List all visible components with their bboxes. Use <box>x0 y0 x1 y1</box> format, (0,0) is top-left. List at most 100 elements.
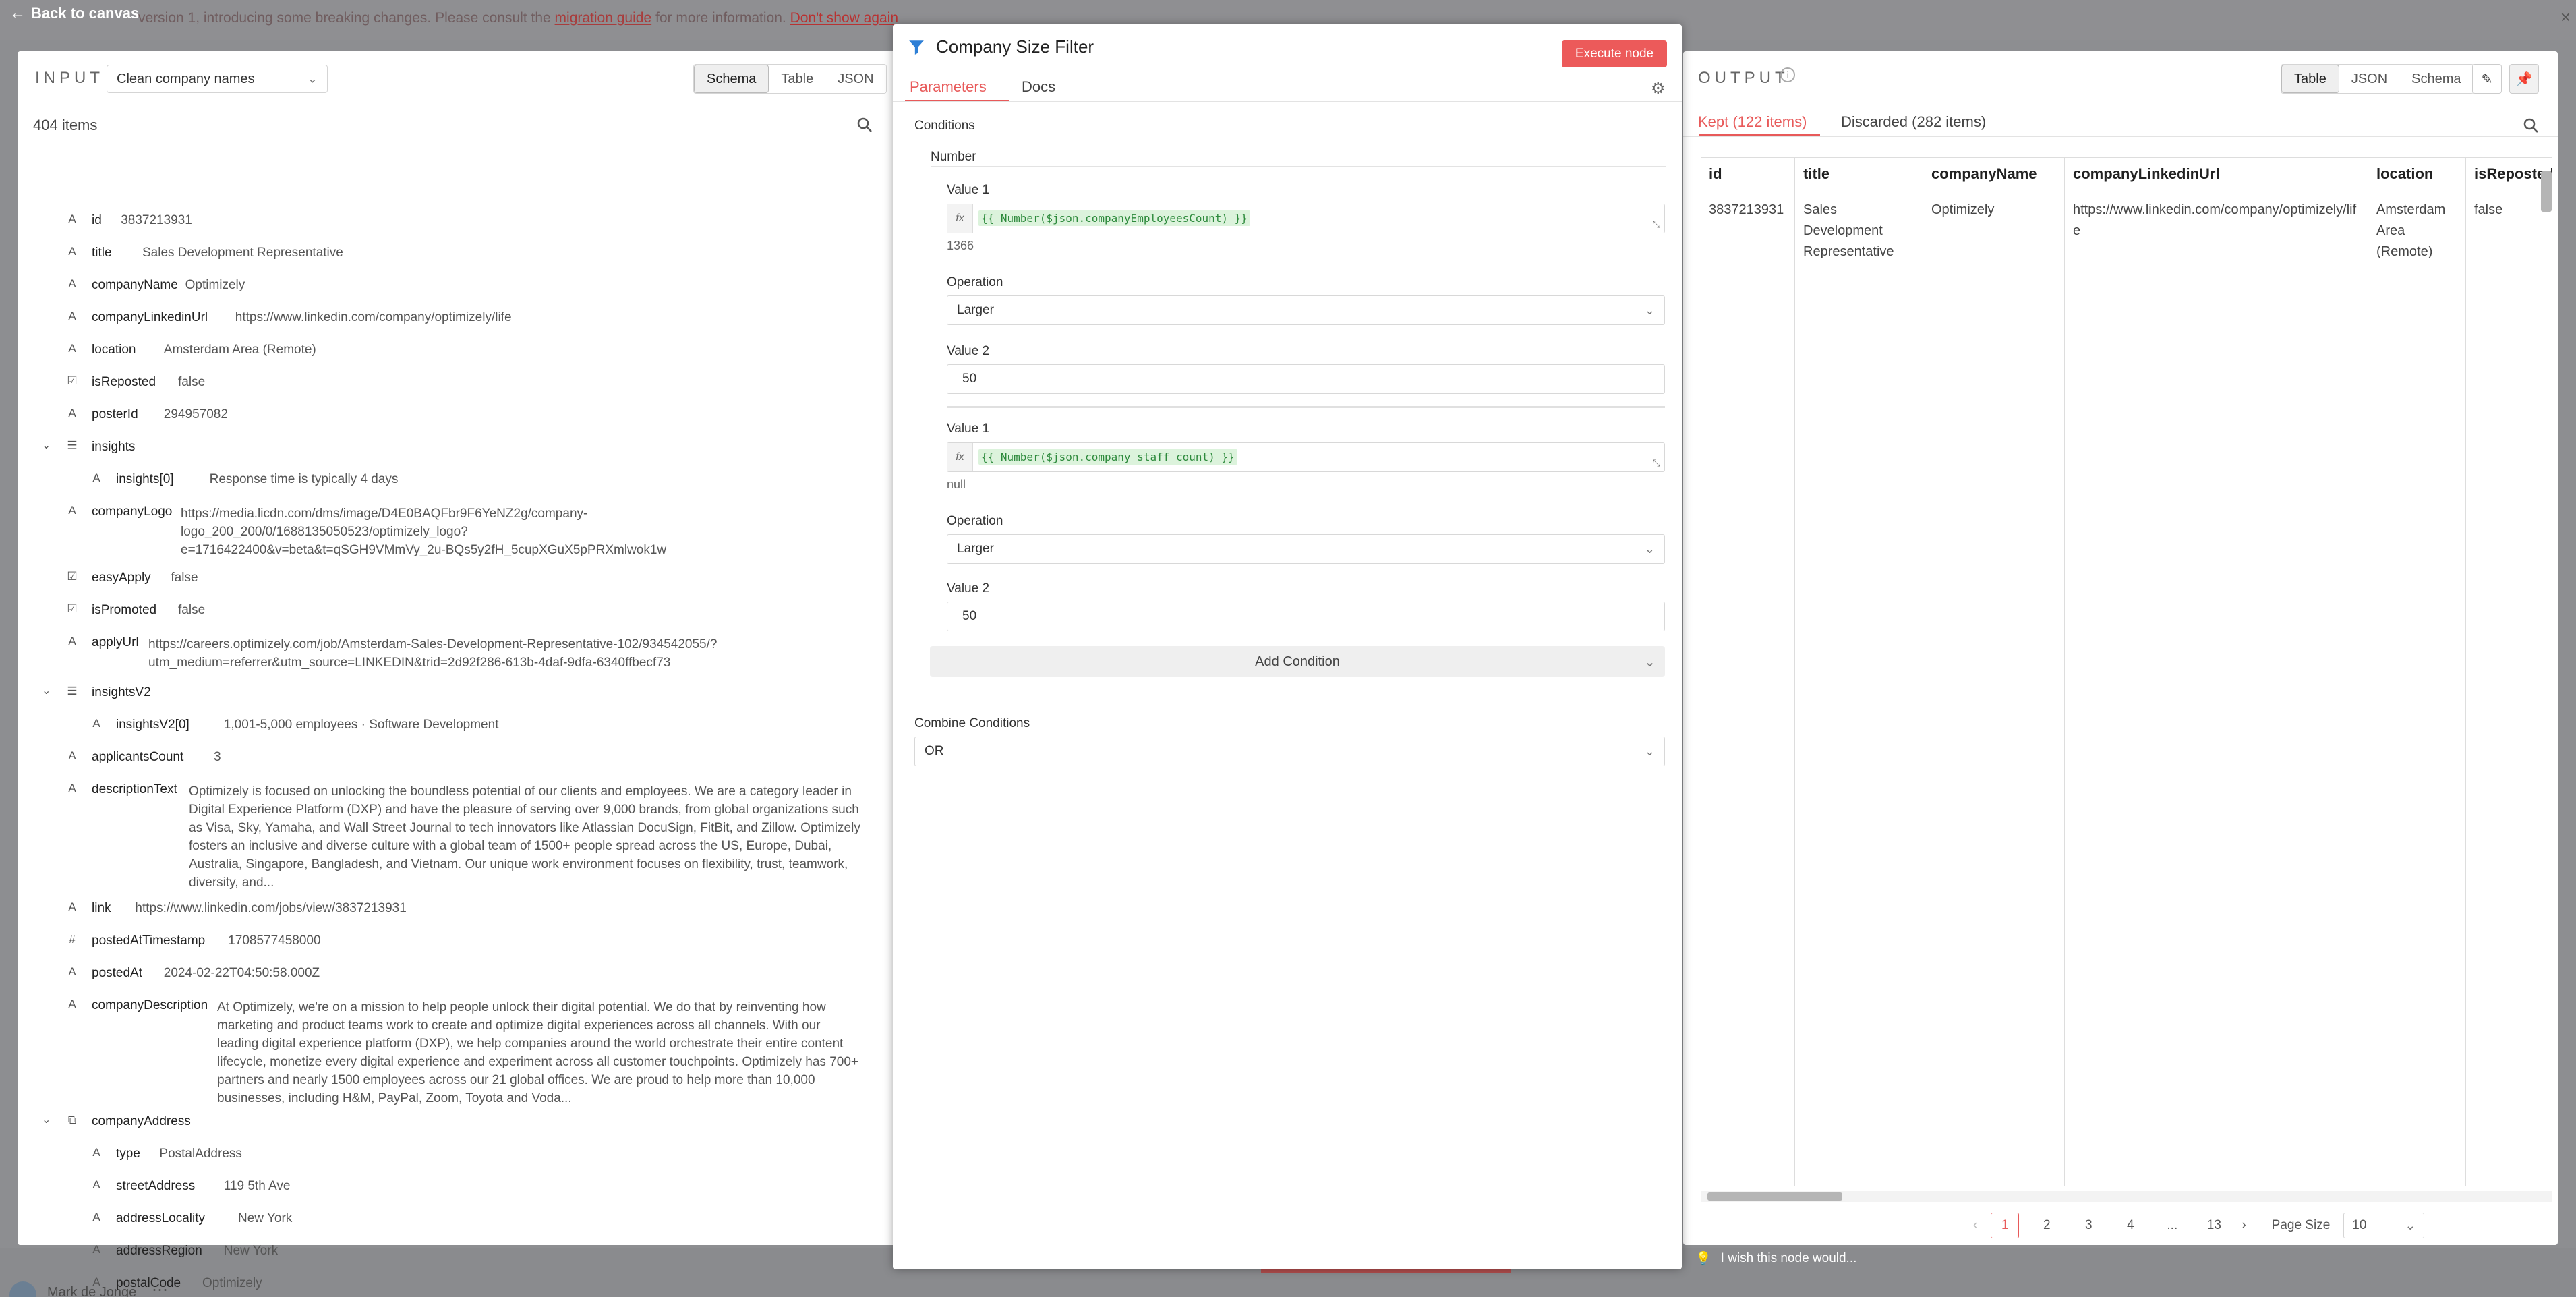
input-tab-schema[interactable]: Schema <box>694 65 769 93</box>
combine-conditions-select[interactable]: OR ⌄ <box>914 737 1665 766</box>
schema-key[interactable]: companyLogo <box>92 505 172 519</box>
search-icon[interactable] <box>856 117 873 133</box>
schema-value: 3837213931 <box>121 213 192 227</box>
schema-key[interactable]: isReposted <box>92 375 156 390</box>
string-type-icon: A <box>68 965 76 978</box>
page-size-select[interactable]: 10 ⌄ <box>2343 1213 2425 1238</box>
value1-expression-field[interactable]: fx {{ Number($json.companyEmployeesCount… <box>947 204 1665 233</box>
collapse-caret-icon[interactable]: ⌄ <box>42 438 51 452</box>
schema-key[interactable]: companyDescription <box>92 998 208 1013</box>
page-ellipsis[interactable]: ... <box>2158 1213 2186 1238</box>
string-type-icon: A <box>92 1243 100 1256</box>
value2-input[interactable]: 50 <box>947 364 1665 394</box>
schema-key[interactable]: companyName <box>92 278 178 293</box>
operation-label: Operation <box>947 514 1003 528</box>
page-button[interactable]: 3 <box>2074 1213 2103 1238</box>
pin-data-button[interactable]: 📌 <box>2509 64 2539 94</box>
expand-icon[interactable]: ⤡ <box>1653 219 1660 230</box>
conditions-label: Conditions <box>914 119 975 133</box>
schema-key[interactable]: addressLocality <box>116 1211 205 1226</box>
value2-input[interactable]: 50 <box>947 602 1665 631</box>
schema-key[interactable]: easyApply <box>92 571 151 585</box>
schema-value: New York <box>238 1211 293 1226</box>
info-icon[interactable]: i <box>1780 67 1795 82</box>
output-tab-json[interactable]: JSON <box>2339 65 2400 93</box>
schema-key[interactable]: id <box>92 213 102 228</box>
schema-value: Amsterdam Area (Remote) <box>163 343 316 357</box>
dont-show-again-link[interactable]: Don't show again <box>790 10 898 26</box>
schema-key[interactable]: postedAt <box>92 966 142 981</box>
chevron-down-icon: ⌄ <box>2405 1218 2416 1233</box>
pin-icon: 📌 <box>2515 71 2533 87</box>
edit-output-button[interactable]: ✎ <box>2472 64 2502 94</box>
value1-expression-field[interactable]: fx {{ Number($json.company_staff_count) … <box>947 442 1665 472</box>
node-title[interactable]: Company Size Filter <box>936 36 1094 57</box>
back-to-canvas-button[interactable]: ← Back to canvas <box>9 4 139 23</box>
schema-key[interactable]: insights <box>92 440 135 455</box>
schema-key[interactable]: link <box>92 901 111 916</box>
operation-select[interactable]: Larger ⌄ <box>947 534 1665 564</box>
output-vertical-scrollbar[interactable] <box>2541 171 2552 212</box>
gear-icon[interactable]: ⚙ <box>1651 79 1666 98</box>
combine-conditions-value: OR <box>925 744 944 758</box>
input-tab-table[interactable]: Table <box>769 65 826 93</box>
prev-page-icon[interactable]: ‹ <box>1973 1218 1977 1233</box>
input-node-select[interactable]: Clean company names ⌄ <box>107 65 328 93</box>
search-icon[interactable] <box>2523 117 2539 134</box>
output-panel: OUTPUT i Table JSON Schema ✎ 📌 Kept (122… <box>1683 51 2558 1245</box>
input-tab-json[interactable]: JSON <box>825 65 886 93</box>
close-icon[interactable]: × <box>2560 7 2571 28</box>
tabs-divider <box>893 101 1682 102</box>
schema-key[interactable]: insights[0] <box>116 472 174 487</box>
output-horizontal-scrollbar[interactable] <box>1701 1191 2552 1202</box>
tab-docs[interactable]: Docs <box>1022 78 1055 96</box>
output-tab-table[interactable]: Table <box>2281 65 2339 93</box>
next-page-icon[interactable]: › <box>2242 1218 2246 1233</box>
schema-key[interactable]: descriptionText <box>92 782 177 797</box>
page-button[interactable]: 13 <box>2200 1213 2228 1238</box>
schema-key[interactable]: isPromoted <box>92 603 156 618</box>
schema-key[interactable]: insightsV2[0] <box>116 718 189 732</box>
operation-value: Larger <box>957 542 994 556</box>
node-header: Company Size Filter <box>908 36 1094 57</box>
schema-value: false <box>178 375 206 389</box>
operation-select[interactable]: Larger ⌄ <box>947 295 1665 325</box>
migration-guide-link[interactable]: migration guide <box>555 10 652 26</box>
schema-key[interactable]: location <box>92 343 136 357</box>
schema-key[interactable]: applyUrl <box>92 635 139 650</box>
schema-key[interactable]: title <box>92 246 112 260</box>
schema-key[interactable]: insightsV2 <box>92 685 151 700</box>
tab-parameters[interactable]: Parameters <box>910 78 987 96</box>
execute-node-button[interactable]: Execute node <box>1562 40 1667 67</box>
schema-key[interactable]: addressRegion <box>116 1244 202 1259</box>
column-header: location <box>2368 158 2466 190</box>
string-type-icon: A <box>92 717 100 730</box>
output-tab-schema[interactable]: Schema <box>2399 65 2473 93</box>
column-header: isReposted <box>2466 158 2552 190</box>
schema-key[interactable]: postedAtTimestamp <box>92 933 205 948</box>
string-type-icon: A <box>68 277 76 290</box>
pagination: ‹ 1 2 3 4 ... 13 › Page Size 10 ⌄ <box>1973 1213 2425 1238</box>
schema-key[interactable]: applicantsCount <box>92 750 183 765</box>
schema-value: PostalAddress <box>159 1147 242 1161</box>
collapse-caret-icon[interactable]: ⌄ <box>42 1113 51 1126</box>
page-button[interactable]: 1 <box>1991 1213 2020 1238</box>
expand-icon[interactable]: ⤡ <box>1653 457 1660 469</box>
tab-kept[interactable]: Kept (122 items) <box>1698 113 1807 131</box>
collapse-caret-icon[interactable]: ⌄ <box>42 684 51 697</box>
page-button[interactable]: 2 <box>2032 1213 2061 1238</box>
schema-key[interactable]: streetAddress <box>116 1179 195 1194</box>
tab-discarded[interactable]: Discarded (282 items) <box>1841 113 1986 131</box>
table-cell: Optimizely <box>1923 190 2065 1186</box>
input-view-toggle: Schema Table JSON <box>693 64 887 94</box>
feedback-link[interactable]: 💡 I wish this node would... <box>1695 1250 1856 1267</box>
schema-key[interactable]: companyLinkedinUrl <box>92 310 208 325</box>
schema-key[interactable]: companyAddress <box>92 1114 191 1129</box>
output-table: id title companyName companyLinkedinUrl … <box>1701 157 2552 1186</box>
schema-key[interactable]: type <box>116 1147 140 1161</box>
page-button[interactable]: 4 <box>2116 1213 2144 1238</box>
schema-key[interactable]: postalCode <box>116 1276 181 1291</box>
add-condition-button[interactable]: Add Condition ⌄ <box>930 646 1665 677</box>
schema-value: Response time is typically 4 days <box>209 472 399 486</box>
schema-key[interactable]: posterId <box>92 407 138 422</box>
